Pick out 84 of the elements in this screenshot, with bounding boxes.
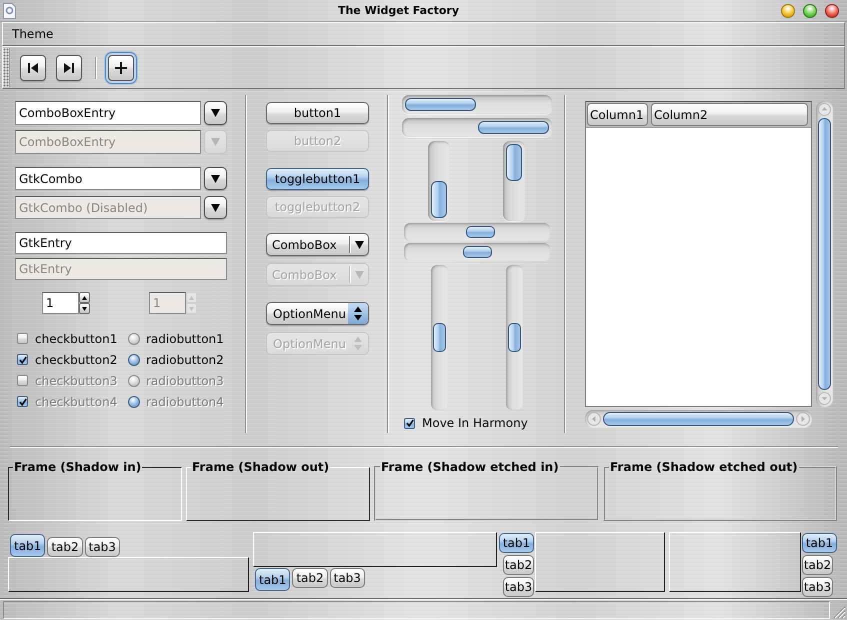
tab[interactable]: tab3 xyxy=(84,537,120,557)
check-button[interactable]: checkbutton1 xyxy=(17,332,118,346)
caret-down-icon xyxy=(189,306,194,310)
caret-down-icon xyxy=(211,138,220,146)
slider-track[interactable] xyxy=(404,243,550,261)
toggle-button[interactable]: togglebutton1 xyxy=(266,168,369,190)
scrollbar-thumb[interactable] xyxy=(603,412,794,426)
tab[interactable]: tab2 xyxy=(503,555,534,575)
tab[interactable]: tab1 xyxy=(10,534,46,557)
tab[interactable]: tab3 xyxy=(802,577,833,597)
close-button[interactable] xyxy=(825,4,839,18)
plus-icon xyxy=(115,62,127,74)
radio-button[interactable]: radiobutton1 xyxy=(128,332,224,346)
scrollbar-track[interactable] xyxy=(402,118,552,137)
tab[interactable]: tab2 xyxy=(47,537,83,557)
minimize-button[interactable] xyxy=(781,4,795,18)
tab[interactable]: tab1 xyxy=(802,533,837,553)
radio-icon[interactable] xyxy=(128,332,140,344)
spin-field[interactable]: 1 xyxy=(42,292,79,314)
checkbox-icon[interactable] xyxy=(17,354,28,365)
slider-thumb[interactable] xyxy=(466,226,495,238)
option-menu[interactable]: OptionMenu xyxy=(266,302,369,325)
text-field[interactable]: ComboBoxEntry xyxy=(15,101,201,125)
scrollbar-track[interactable] xyxy=(585,410,812,428)
radio-button[interactable]: radiobutton2 xyxy=(128,352,224,366)
caret-down-icon xyxy=(211,174,220,182)
slider-track[interactable] xyxy=(404,223,550,241)
tab[interactable]: tab3 xyxy=(330,568,365,588)
menu-item[interactable]: Theme xyxy=(7,23,58,45)
text-field[interactable]: GtkEntry xyxy=(15,232,227,254)
maximize-button[interactable] xyxy=(803,4,817,18)
text-field[interactable]: GtkCombo xyxy=(15,167,201,190)
dropdown-button[interactable] xyxy=(204,101,227,125)
tab[interactable]: tab1 xyxy=(499,533,534,553)
check-button[interactable]: Move In Harmony xyxy=(404,416,528,430)
up-down-arrows-icon xyxy=(348,303,368,324)
scrollbar-thumb[interactable] xyxy=(431,181,447,218)
skip-forward-icon xyxy=(63,62,75,74)
scrollbar-thumb[interactable] xyxy=(818,118,831,390)
tab[interactable]: tab1 xyxy=(255,568,290,591)
slider-track[interactable] xyxy=(431,265,448,410)
dropdown-button[interactable] xyxy=(204,167,227,190)
column-header[interactable]: Column2 xyxy=(651,103,808,126)
caret-down-icon xyxy=(82,306,87,310)
tab[interactable]: tab3 xyxy=(503,577,534,597)
scrollbar-track[interactable] xyxy=(428,141,450,221)
caret-down-icon xyxy=(355,240,364,248)
column-header[interactable]: Column1 xyxy=(587,103,648,126)
checkbox-icon[interactable] xyxy=(404,418,415,428)
resize-grip-icon[interactable] xyxy=(832,605,846,619)
checkbox-icon[interactable] xyxy=(17,333,28,344)
caret-up-icon xyxy=(82,296,87,300)
caret-down-icon xyxy=(211,204,220,212)
slider-thumb[interactable] xyxy=(433,323,446,352)
frame-label: Frame (Shadow etched in) xyxy=(380,460,560,474)
frame-label: Frame (Shadow in) xyxy=(13,460,142,474)
radio-icon[interactable] xyxy=(128,354,140,366)
spin-down-button[interactable] xyxy=(79,303,90,314)
caret-down-icon xyxy=(211,109,220,117)
scrollbar-track[interactable] xyxy=(816,101,833,407)
scrollbar-thumb[interactable] xyxy=(478,121,549,134)
caret-down-icon xyxy=(355,270,364,278)
slider-thumb[interactable] xyxy=(508,323,521,352)
caret-up-icon xyxy=(189,296,194,300)
scrollbar-thumb[interactable] xyxy=(506,144,522,181)
push-button[interactable]: button1 xyxy=(266,102,369,124)
toolbar-handle[interactable] xyxy=(3,48,10,87)
scrollbar-thumb[interactable] xyxy=(405,98,476,111)
window-title: The Widget Factory xyxy=(338,4,460,17)
frame-label: Frame (Shadow out) xyxy=(191,460,330,474)
scrollbar-track[interactable] xyxy=(503,141,525,221)
frame-label: Frame (Shadow etched out) xyxy=(609,460,799,474)
tab[interactable]: tab2 xyxy=(802,555,833,575)
slider-thumb[interactable] xyxy=(462,246,492,258)
scrollbar-track[interactable] xyxy=(402,95,552,114)
combo-box[interactable]: ComboBox xyxy=(266,233,369,256)
toolbar-button[interactable] xyxy=(20,54,46,80)
skip-back-icon xyxy=(27,62,39,74)
check-button[interactable]: checkbutton2 xyxy=(17,352,118,366)
spin-up-button[interactable] xyxy=(79,292,90,303)
tab[interactable]: tab2 xyxy=(292,568,328,588)
document-icon xyxy=(3,2,16,18)
toolbar-button[interactable] xyxy=(56,54,82,80)
slider-track[interactable] xyxy=(506,265,523,410)
